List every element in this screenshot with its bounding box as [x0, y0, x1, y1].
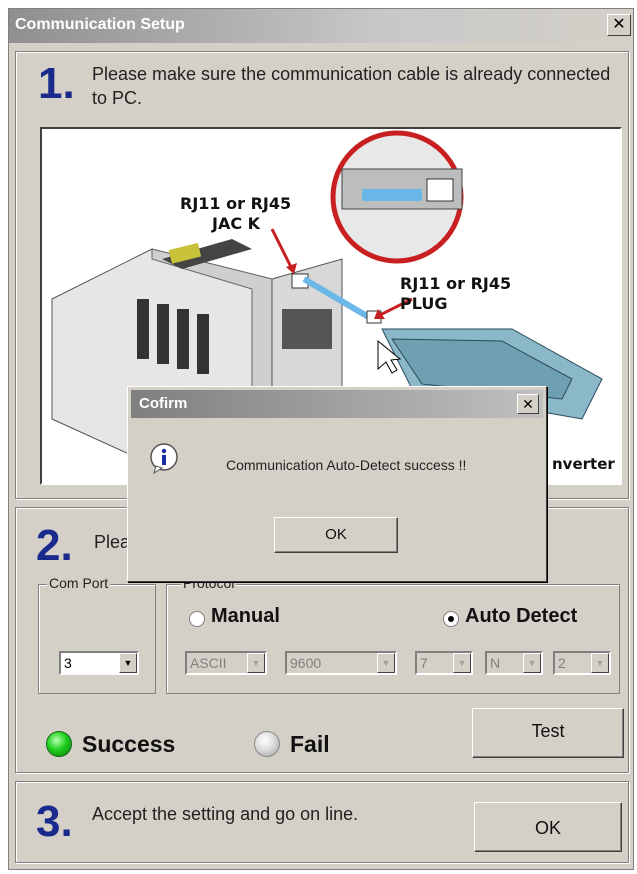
step2-number: 2. [36, 521, 73, 570]
auto-detect-label[interactable]: Auto Detect [465, 605, 577, 628]
step1-text: Please make sure the communication cable… [92, 64, 611, 108]
baud-select[interactable]: 9600 ▼ [285, 651, 397, 675]
parity-select[interactable]: N ▼ [485, 651, 543, 675]
jack-label-line2: JAC K [211, 214, 261, 233]
window-title: Communication Setup [15, 16, 185, 33]
plug-label-line1: RJ11 or RJ45 [400, 274, 511, 293]
stopbits-value: 2 [558, 655, 566, 671]
test-button[interactable]: Test [472, 708, 624, 758]
protocol-fieldset: Protocol Manual Auto Detect ASCII ▼ 9600… [166, 575, 620, 694]
chevron-down-icon[interactable]: ▼ [453, 653, 471, 673]
manual-label[interactable]: Manual [211, 605, 280, 628]
step1-number: 1. [38, 59, 75, 108]
baud-value: 9600 [290, 655, 322, 671]
com-port-select[interactable]: 3 ▼ [59, 651, 139, 675]
auto-detect-radio[interactable] [443, 611, 459, 627]
window-close-button[interactable]: ✕ [607, 14, 631, 36]
mode-value: ASCII [190, 655, 227, 671]
chevron-down-icon[interactable]: ▼ [523, 653, 541, 673]
success-label: Success [82, 731, 176, 757]
dialog-close-button[interactable]: ✕ [517, 394, 539, 414]
com-port-legend: Com Port [47, 575, 111, 591]
parity-value: N [490, 655, 501, 671]
step2-text: Plea [94, 532, 131, 552]
step3-number: 3. [36, 797, 73, 846]
fail-label: Fail [290, 731, 330, 757]
dialog-message: Communication Auto-Detect success !! [226, 457, 467, 473]
databits-select[interactable]: 7 ▼ [415, 651, 473, 675]
mode-select[interactable]: ASCII ▼ [185, 651, 267, 675]
step3-text: Accept the setting and go on line. [92, 804, 359, 824]
chevron-down-icon[interactable]: ▼ [247, 653, 265, 673]
chevron-down-icon[interactable]: ▼ [591, 653, 609, 673]
title-bar[interactable]: Communication Setup ✕ [9, 9, 633, 43]
chevron-down-icon[interactable]: ▼ [119, 653, 137, 673]
dialog-title-bar[interactable]: Cofirm ✕ [131, 390, 543, 418]
ok-button[interactable]: OK [474, 802, 622, 852]
plug-label-line2: PLUG [400, 294, 447, 313]
step3-group: 3. Accept the setting and go on line. OK [15, 781, 629, 863]
com-port-value: 3 [64, 655, 72, 671]
jack-label-line1: RJ11 or RJ45 [180, 194, 291, 213]
success-indicator-icon [46, 731, 72, 757]
manual-radio[interactable] [189, 611, 205, 627]
converter-label: nverter [552, 455, 615, 473]
dialog-title: Cofirm [139, 395, 188, 412]
info-icon [150, 443, 178, 474]
databits-value: 7 [420, 655, 428, 671]
confirm-dialog: Cofirm ✕ Communication Auto-Detect succe… [127, 386, 547, 582]
com-port-fieldset: Com Port 3 ▼ [38, 575, 156, 694]
chevron-down-icon[interactable]: ▼ [377, 653, 395, 673]
dialog-ok-button[interactable]: OK [274, 517, 398, 553]
fail-indicator-icon [254, 731, 280, 757]
stopbits-select[interactable]: 2 ▼ [553, 651, 611, 675]
